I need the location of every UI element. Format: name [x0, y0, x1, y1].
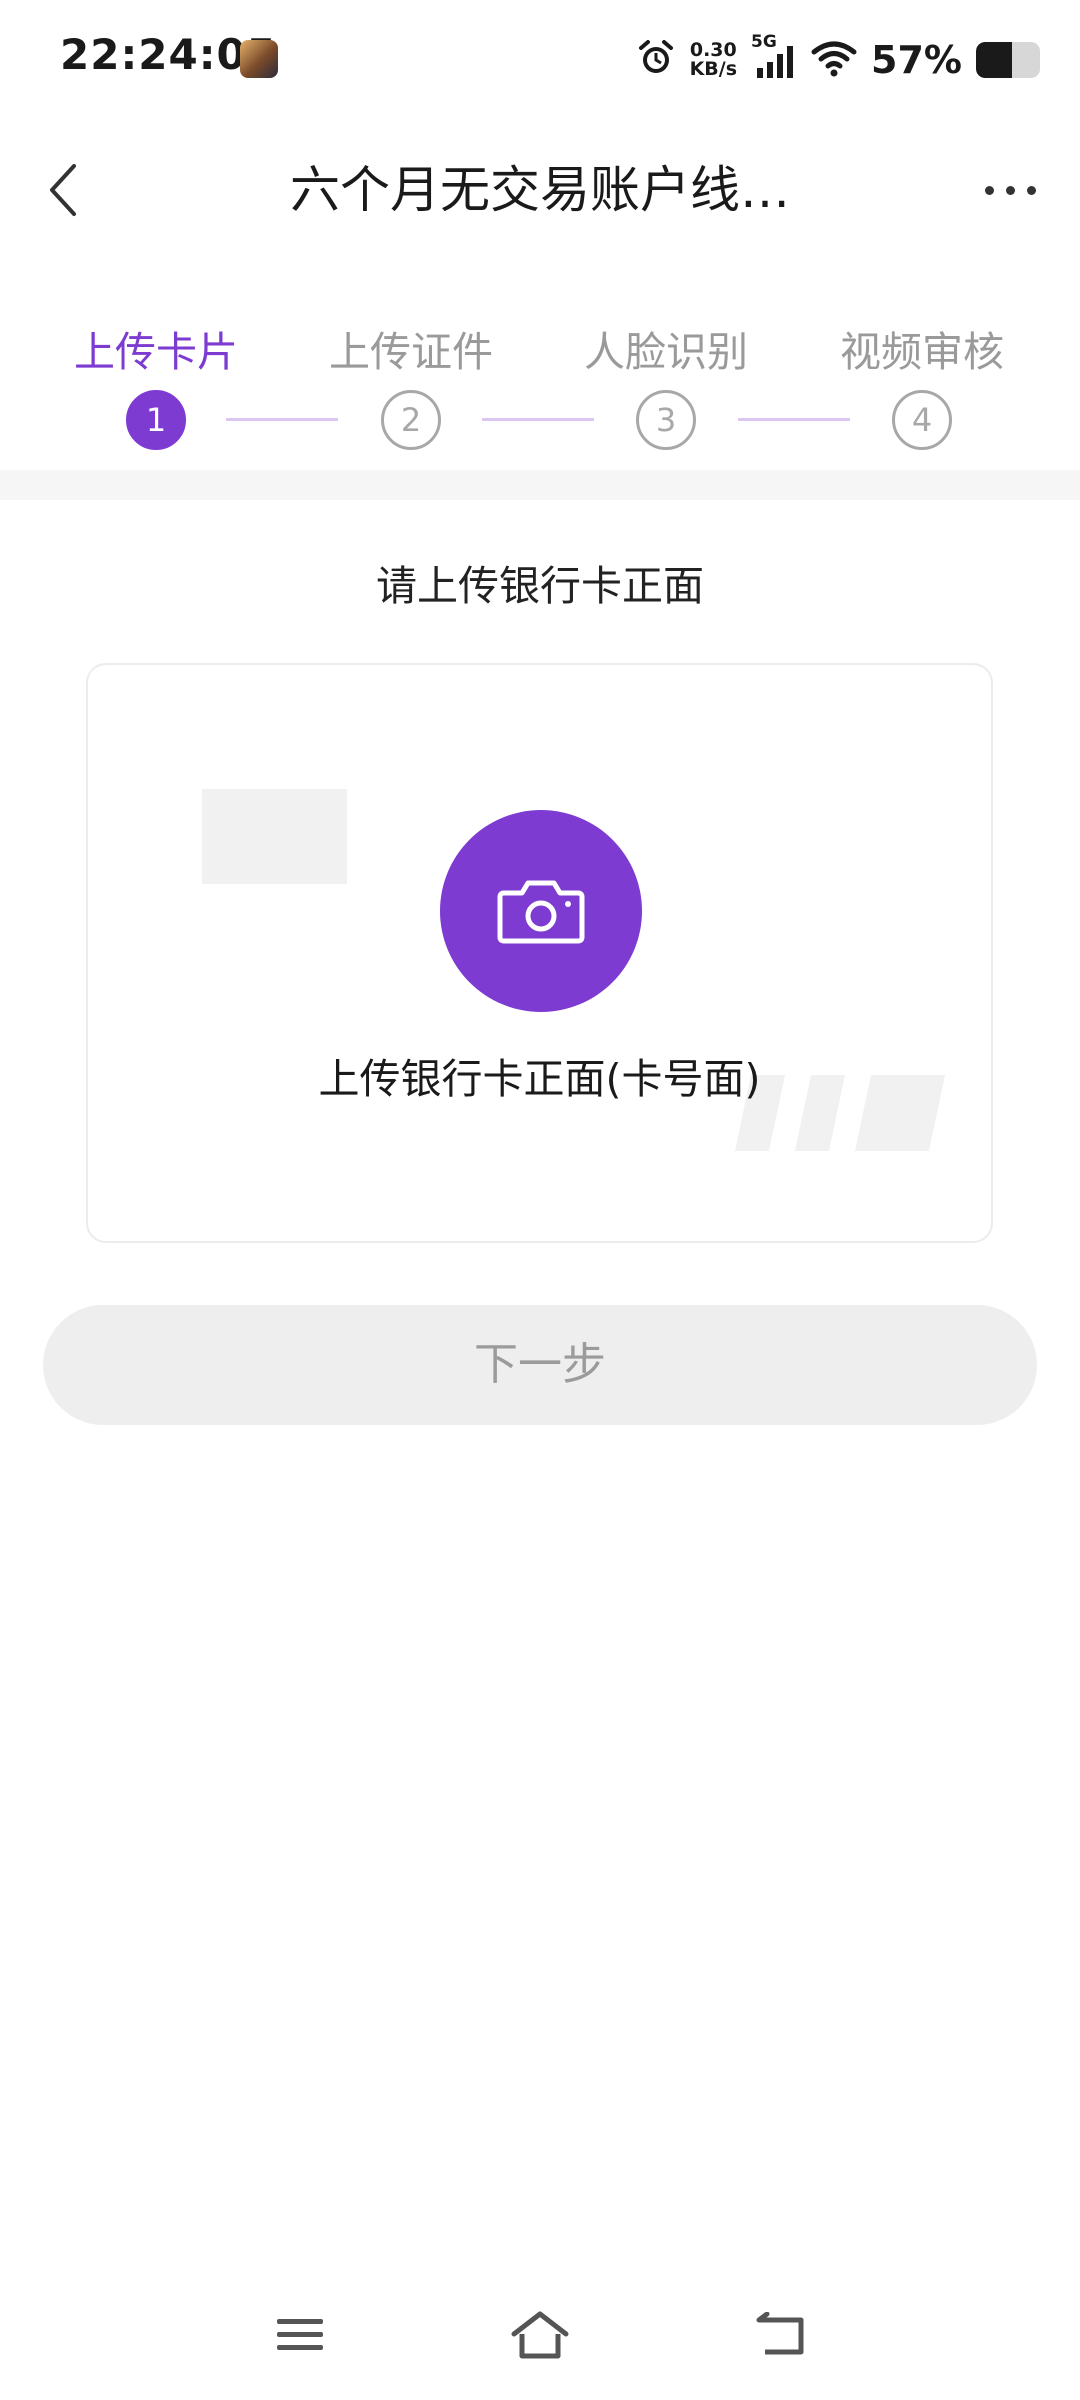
step-label-upload-card: 上传卡片	[74, 328, 238, 376]
more-dot	[984, 185, 994, 195]
game-avatar-icon	[240, 40, 278, 78]
camera-button[interactable]	[440, 810, 642, 1012]
cell-signal-icon: 5G	[751, 32, 797, 80]
card-chip-placeholder	[202, 789, 347, 884]
header: 六个月无交易账户线…	[0, 120, 1080, 260]
step-label-face-recognition: 人脸识别	[584, 328, 748, 376]
more-button[interactable]	[970, 160, 1050, 220]
back-button[interactable]	[24, 150, 104, 230]
status-indicators: 0.30 KB/s 5G 57%	[636, 30, 1040, 90]
divider	[0, 470, 1080, 500]
step-label-upload-id: 上传证件	[329, 328, 493, 376]
next-step-button[interactable]: 下一步	[43, 1305, 1037, 1425]
battery-percent: 57%	[871, 38, 962, 82]
menu-button[interactable]	[255, 2290, 345, 2380]
chevron-left-icon	[50, 164, 76, 216]
step-circle-4: 4	[892, 390, 952, 450]
card-upload-area[interactable]: 上传银行卡正面(卡号面)	[86, 663, 993, 1243]
network-speed: 0.30 KB/s	[690, 41, 737, 79]
network-speed-unit: KB/s	[689, 58, 738, 80]
step-connector	[226, 418, 338, 421]
status-bar: 22:24:05 0.30 KB/s 5G 57%	[0, 0, 1080, 120]
step-circle-2: 2	[381, 390, 441, 450]
camera-icon	[497, 880, 585, 944]
step-connector	[738, 418, 850, 421]
home-icon	[511, 2311, 569, 2359]
battery-icon	[976, 42, 1040, 78]
home-button[interactable]	[495, 2290, 585, 2380]
more-dot	[1026, 185, 1036, 195]
back-arrow-icon	[756, 2312, 804, 2355]
step-label-video-review: 视频审核	[840, 328, 1004, 376]
step-circle-3: 3	[636, 390, 696, 450]
section-title: 请上传银行卡正面	[376, 562, 704, 610]
system-nav-bar	[0, 2290, 1080, 2380]
step-connector	[482, 418, 594, 421]
wifi-icon	[811, 38, 857, 82]
back-nav-button[interactable]	[735, 2290, 825, 2380]
screen: 22:24:05 0.30 KB/s 5G 57% 六个月无交易账户线… 上传卡…	[0, 0, 1080, 2400]
step-circle-1: 1	[126, 390, 186, 450]
page-title: 六个月无交易账户线…	[290, 161, 790, 219]
more-dot	[1005, 185, 1015, 195]
upload-label: 上传银行卡正面(卡号面)	[318, 1055, 761, 1103]
battery-fill	[976, 42, 1013, 78]
menu-icon	[277, 2319, 323, 2350]
alarm-clock-icon	[636, 38, 676, 82]
